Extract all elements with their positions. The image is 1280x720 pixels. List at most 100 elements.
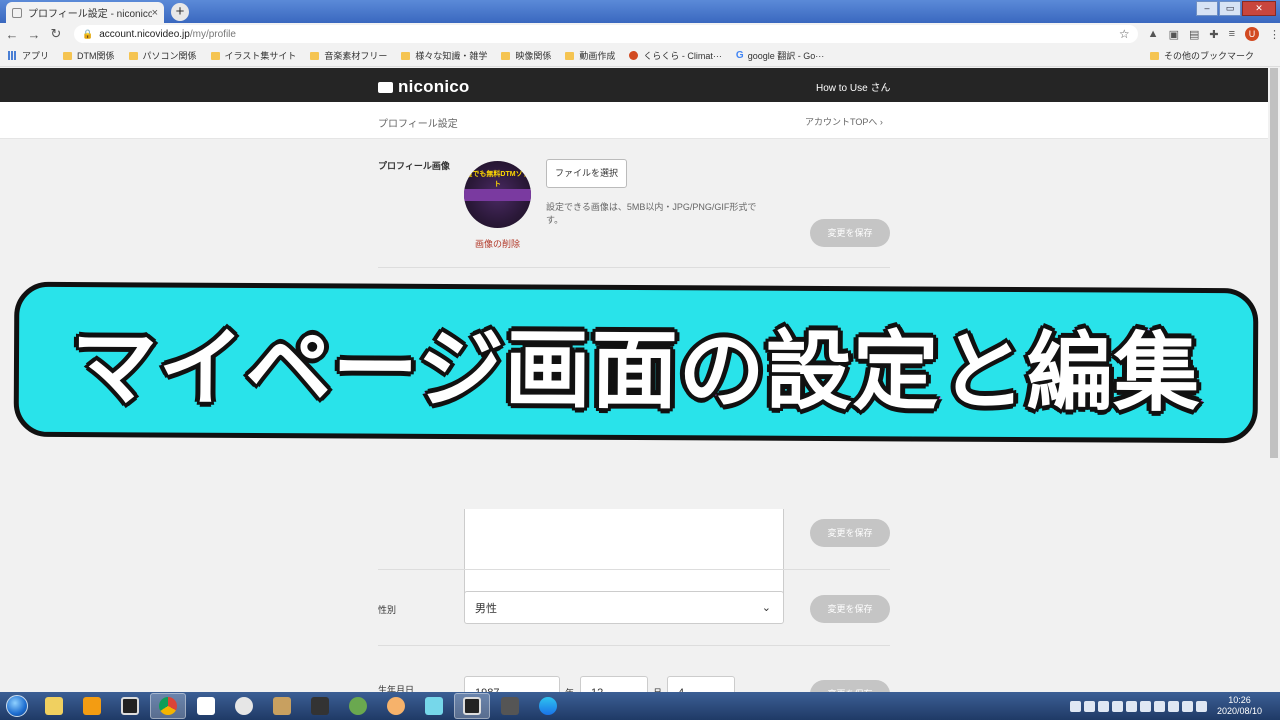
menu-dots-icon[interactable]: ⋮	[1269, 28, 1280, 41]
maximize-icon[interactable]: ▭	[1219, 1, 1241, 16]
browser-tab-bar: プロフィール設定 - niconico × + – ▭ ✕	[0, 0, 1280, 23]
folder-icon	[501, 51, 511, 60]
niconico-logo[interactable]: niconico	[378, 77, 470, 97]
minimize-icon[interactable]: –	[1196, 1, 1218, 16]
gender-label: 性別	[378, 605, 397, 615]
bookmark-folder[interactable]: 音楽素材フリー	[310, 49, 387, 62]
start-button[interactable]	[0, 692, 34, 720]
bookmark-apps[interactable]: アプリ	[8, 49, 49, 62]
profile-avatar[interactable]: U	[1245, 27, 1260, 41]
taskbar-app[interactable]	[454, 693, 490, 719]
birth-day-select[interactable]: 4 ⌄	[667, 676, 735, 692]
tray-icon[interactable]	[1111, 700, 1123, 712]
gender-select[interactable]: 男性 ⌄	[464, 591, 784, 624]
birth-month-select[interactable]: 12 ⌄	[580, 676, 648, 692]
character-icon	[425, 697, 443, 715]
taskbar-app[interactable]	[74, 693, 110, 719]
taskbar-app[interactable]	[264, 693, 300, 719]
clock-date: 2020/08/10	[1216, 706, 1262, 716]
delete-image-link[interactable]: 画像の削除	[475, 237, 520, 250]
taskbar-clock[interactable]: 10:26 2020/08/10	[1217, 695, 1262, 717]
profile-image-label: プロフィール画像	[378, 161, 450, 171]
page-title: プロフィール設定	[378, 119, 458, 130]
taskbar-app[interactable]	[378, 693, 414, 719]
v25-icon	[311, 697, 329, 715]
tray-icon[interactable]	[1125, 700, 1137, 712]
account-top-link[interactable]: アカウントTOPへ ›	[805, 115, 883, 128]
puzzle-icon[interactable]: ✚	[1209, 28, 1218, 41]
extension-icon[interactable]: ▣	[1169, 28, 1179, 41]
profile-image: 誰でも無料DTMソフト	[464, 161, 531, 228]
drive-icon[interactable]: ▲	[1148, 28, 1159, 40]
tray-icon[interactable]	[1139, 700, 1151, 712]
browser-toolbar: ← → ↻ 🔒 account.nicovideo.jp/my/profile …	[0, 23, 1280, 45]
bookmark-folder[interactable]: イラスト集サイト	[210, 49, 296, 62]
save-gender-button[interactable]: 変更を保存	[810, 595, 890, 623]
bookmark-folder[interactable]: 映像関係	[501, 49, 551, 62]
taskbar-app[interactable]	[302, 693, 338, 719]
new-tab-button[interactable]: +	[171, 3, 189, 21]
folder-icon	[310, 51, 320, 60]
folder-icon	[401, 51, 411, 60]
back-arrow-icon[interactable]: ←	[2, 27, 22, 42]
taskbar-app-chrome[interactable]	[150, 693, 186, 719]
app-icon	[387, 697, 405, 715]
scrollbar-thumb[interactable]	[1270, 68, 1278, 458]
apps-grid-icon	[8, 51, 17, 60]
taskbar-app[interactable]	[36, 693, 72, 719]
tray-icon[interactable]	[1153, 700, 1165, 712]
music-note-icon	[197, 697, 215, 715]
forward-arrow-icon[interactable]: →	[24, 27, 44, 42]
save-birthday-button[interactable]: 変更を保存	[810, 680, 890, 692]
window-controls: – ▭ ✕	[1196, 1, 1276, 16]
reload-icon[interactable]: ↻	[46, 26, 66, 42]
user-name[interactable]: How to Use さん	[816, 79, 890, 94]
tray-icon[interactable]	[1083, 700, 1095, 712]
folder-icon	[210, 51, 220, 60]
bookmark-star-icon[interactable]: ☆	[1119, 27, 1130, 41]
bookmark-folder[interactable]: パソコン関係	[128, 49, 197, 62]
birthday-label: 生年月日	[378, 685, 415, 692]
explorer-icon	[45, 697, 63, 715]
chevron-down-icon: ⌄	[761, 602, 771, 614]
close-window-icon[interactable]: ✕	[1242, 1, 1276, 16]
tray-icon[interactable]	[1167, 700, 1179, 712]
birth-year-select[interactable]: 1987 ⌄	[464, 676, 560, 692]
taskbar-app[interactable]	[188, 693, 224, 719]
folder-icon	[1149, 51, 1159, 60]
tray-icon[interactable]	[1097, 700, 1109, 712]
media-player-icon	[83, 697, 101, 715]
other-bookmarks[interactable]: その他のブックマーク	[1149, 49, 1254, 62]
page-scrollbar[interactable]	[1268, 68, 1280, 692]
choose-file-button[interactable]: ファイルを選択	[546, 159, 627, 188]
save-description-button[interactable]: 変更を保存	[810, 519, 890, 547]
taskbar-app[interactable]	[530, 693, 566, 719]
bookmark-folder[interactable]: 様々な知識・雑学	[401, 49, 487, 62]
page-favicon-icon	[12, 7, 22, 18]
bookmark-folder[interactable]: 動画作成	[565, 49, 615, 62]
tab-close-icon[interactable]: ×	[152, 7, 158, 19]
translate-icon[interactable]: ▤	[1189, 28, 1199, 41]
browser-tab[interactable]: プロフィール設定 - niconico ×	[6, 2, 164, 23]
divider	[378, 569, 890, 570]
address-bar[interactable]: 🔒 account.nicovideo.jp/my/profile ☆	[74, 25, 1138, 43]
reading-list-icon[interactable]: ≡	[1229, 28, 1235, 40]
tv-logo-icon	[378, 81, 393, 93]
taskbar-app[interactable]	[112, 693, 148, 719]
bookmark-google-translate[interactable]: Ggoogle 翻訳 - Go···	[736, 49, 824, 62]
bookmark-site[interactable]: くらくら - Climat···	[629, 49, 722, 62]
divider	[378, 645, 890, 646]
edge-icon	[539, 697, 557, 715]
app-icon	[349, 697, 367, 715]
tray-icon[interactable]	[1181, 700, 1193, 712]
taskbar-app[interactable]	[340, 693, 376, 719]
taskbar-app[interactable]	[226, 693, 262, 719]
tray-icons	[1069, 700, 1207, 712]
taskbar-app[interactable]	[492, 693, 528, 719]
taskbar-app[interactable]	[416, 693, 452, 719]
film-icon	[463, 697, 481, 715]
save-image-button[interactable]: 変更を保存	[810, 219, 890, 247]
tray-icon[interactable]	[1195, 700, 1207, 712]
bookmark-folder[interactable]: DTM関係	[63, 49, 115, 62]
tray-icon[interactable]	[1069, 700, 1081, 712]
